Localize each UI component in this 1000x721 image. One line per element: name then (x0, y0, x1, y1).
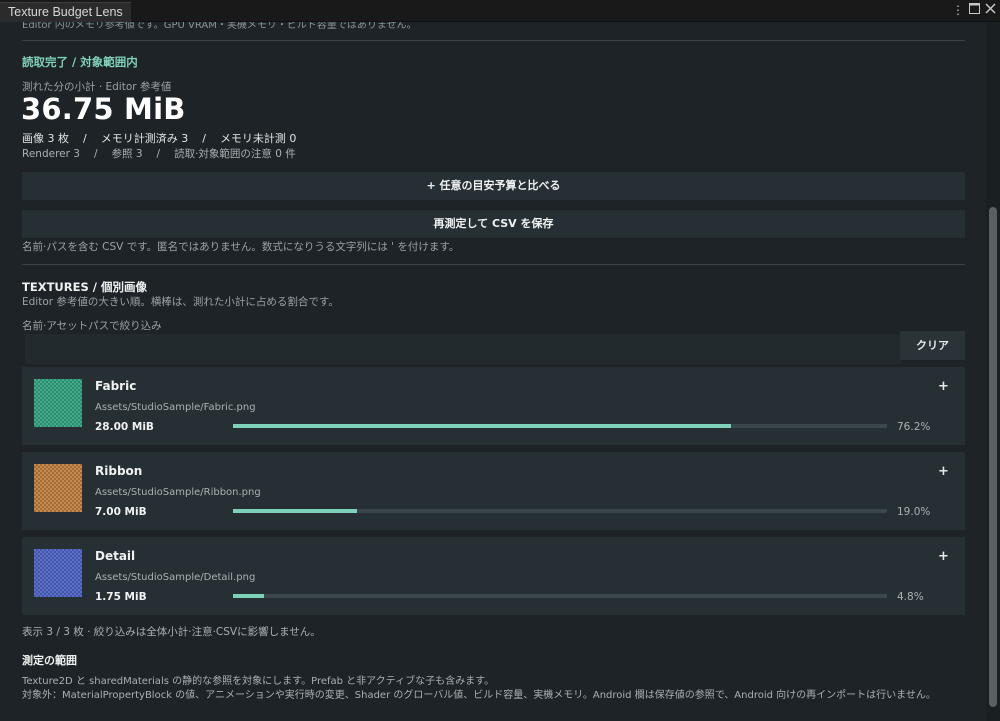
scope-excluded: 対象外：MaterialPropertyBlock の値、アニメーションや実行時… (22, 690, 936, 701)
share-bar (233, 424, 887, 428)
memory-note: Editor 内のメモリ参考値です。GPU VRAM・実機メモリ・ビルド容量では… (22, 22, 417, 31)
filter-label: 名前·アセットパスで絞り込み (22, 320, 162, 332)
reference-stats: Renderer 3/参照 3/読取·対象範囲の注意 0 件 (22, 148, 296, 160)
expand-plus-icon[interactable]: + (938, 549, 949, 564)
share-bar (233, 509, 887, 513)
scrollbar-thumb[interactable] (989, 207, 997, 707)
share-bar-fill (233, 424, 732, 428)
texture-thumbnail (34, 549, 82, 597)
unmeasured-count: メモリ未計測 0 (219, 132, 297, 145)
texture-percent: 4.8% (897, 591, 924, 603)
texture-path: Assets/StudioSample/Fabric.png (95, 402, 256, 413)
csv-note: 名前·パスを含む CSV です。匿名ではありません。数式になりうる文字列には '… (22, 241, 460, 253)
scope-title: 測定の範囲 (22, 654, 77, 667)
status-label: 読取完了 / 対象範囲内 (22, 55, 138, 69)
maximize-icon[interactable] (966, 2, 982, 18)
image-count: 画像 3 枚 (22, 132, 69, 145)
remeasure-csv-button[interactable]: 再測定して CSV を保存 (22, 210, 965, 238)
textures-subtitle: Editor 参考値の大きい順。横棒は、測れた小計に占める割合です。 (22, 296, 339, 308)
expand-plus-icon[interactable]: + (938, 464, 949, 479)
texture-name: Detail (95, 549, 136, 563)
scope-included: Texture2D と sharedMaterials の静的な参照を対象にしま… (22, 676, 495, 687)
renderer-count: Renderer 3 (22, 148, 80, 160)
expand-plus-icon[interactable]: + (938, 379, 949, 394)
texture-card-ribbon[interactable]: Ribbon Assets/StudioSample/Ribbon.png 7.… (22, 452, 965, 530)
texture-card-fabric[interactable]: Fabric Assets/StudioSample/Fabric.png 28… (22, 367, 965, 445)
texture-name: Ribbon (95, 464, 143, 478)
texture-percent: 19.0% (897, 506, 931, 518)
divider (22, 264, 965, 265)
texture-thumbnail (34, 379, 82, 427)
share-bar (233, 594, 887, 598)
texture-name: Fabric (95, 379, 137, 393)
image-stats: 画像 3 枚 / メモリ計測済み 3/メモリ未計測 0 (22, 132, 297, 145)
content-panel[interactable]: Editor 内のメモリ参考値です。GPU VRAM・実機メモリ・ビルド容量では… (0, 22, 986, 721)
total-size: 36.75 MiB (21, 92, 186, 126)
texture-size: 1.75 MiB (95, 591, 147, 603)
display-count-note: 表示 3 / 3 枚 · 絞り込みは全体小計·注意·CSVに影響しません。 (22, 626, 321, 638)
share-bar-fill (233, 509, 358, 513)
kebab-menu-icon[interactable]: ⋮ (950, 2, 966, 18)
reference-count: 参照 3 (111, 148, 143, 160)
window-tab[interactable]: Texture Budget Lens (0, 2, 131, 22)
texture-thumbnail (34, 464, 82, 512)
filter-input[interactable] (25, 334, 901, 364)
textures-title: TEXTURES / 個別画像 (22, 280, 147, 294)
divider (22, 40, 965, 41)
close-icon[interactable] (982, 2, 998, 18)
texture-card-detail[interactable]: Detail Assets/StudioSample/Detail.png 1.… (22, 537, 965, 615)
texture-size: 28.00 MiB (95, 421, 154, 433)
warning-count: 読取·対象範囲の注意 0 件 (174, 148, 296, 160)
compare-budget-button[interactable]: + 任意の目安予算と比べる (22, 172, 965, 200)
clear-button[interactable]: クリア (900, 331, 965, 360)
window-titlebar: Texture Budget Lens ⋮ (0, 0, 1000, 22)
texture-percent: 76.2% (897, 421, 931, 433)
vertical-scrollbar[interactable] (986, 22, 1000, 721)
texture-path: Assets/StudioSample/Detail.png (95, 572, 256, 583)
share-bar-fill (233, 594, 265, 598)
measured-count: メモリ計測済み 3 (100, 132, 189, 145)
texture-path: Assets/StudioSample/Ribbon.png (95, 487, 261, 498)
texture-size: 7.00 MiB (95, 506, 147, 518)
